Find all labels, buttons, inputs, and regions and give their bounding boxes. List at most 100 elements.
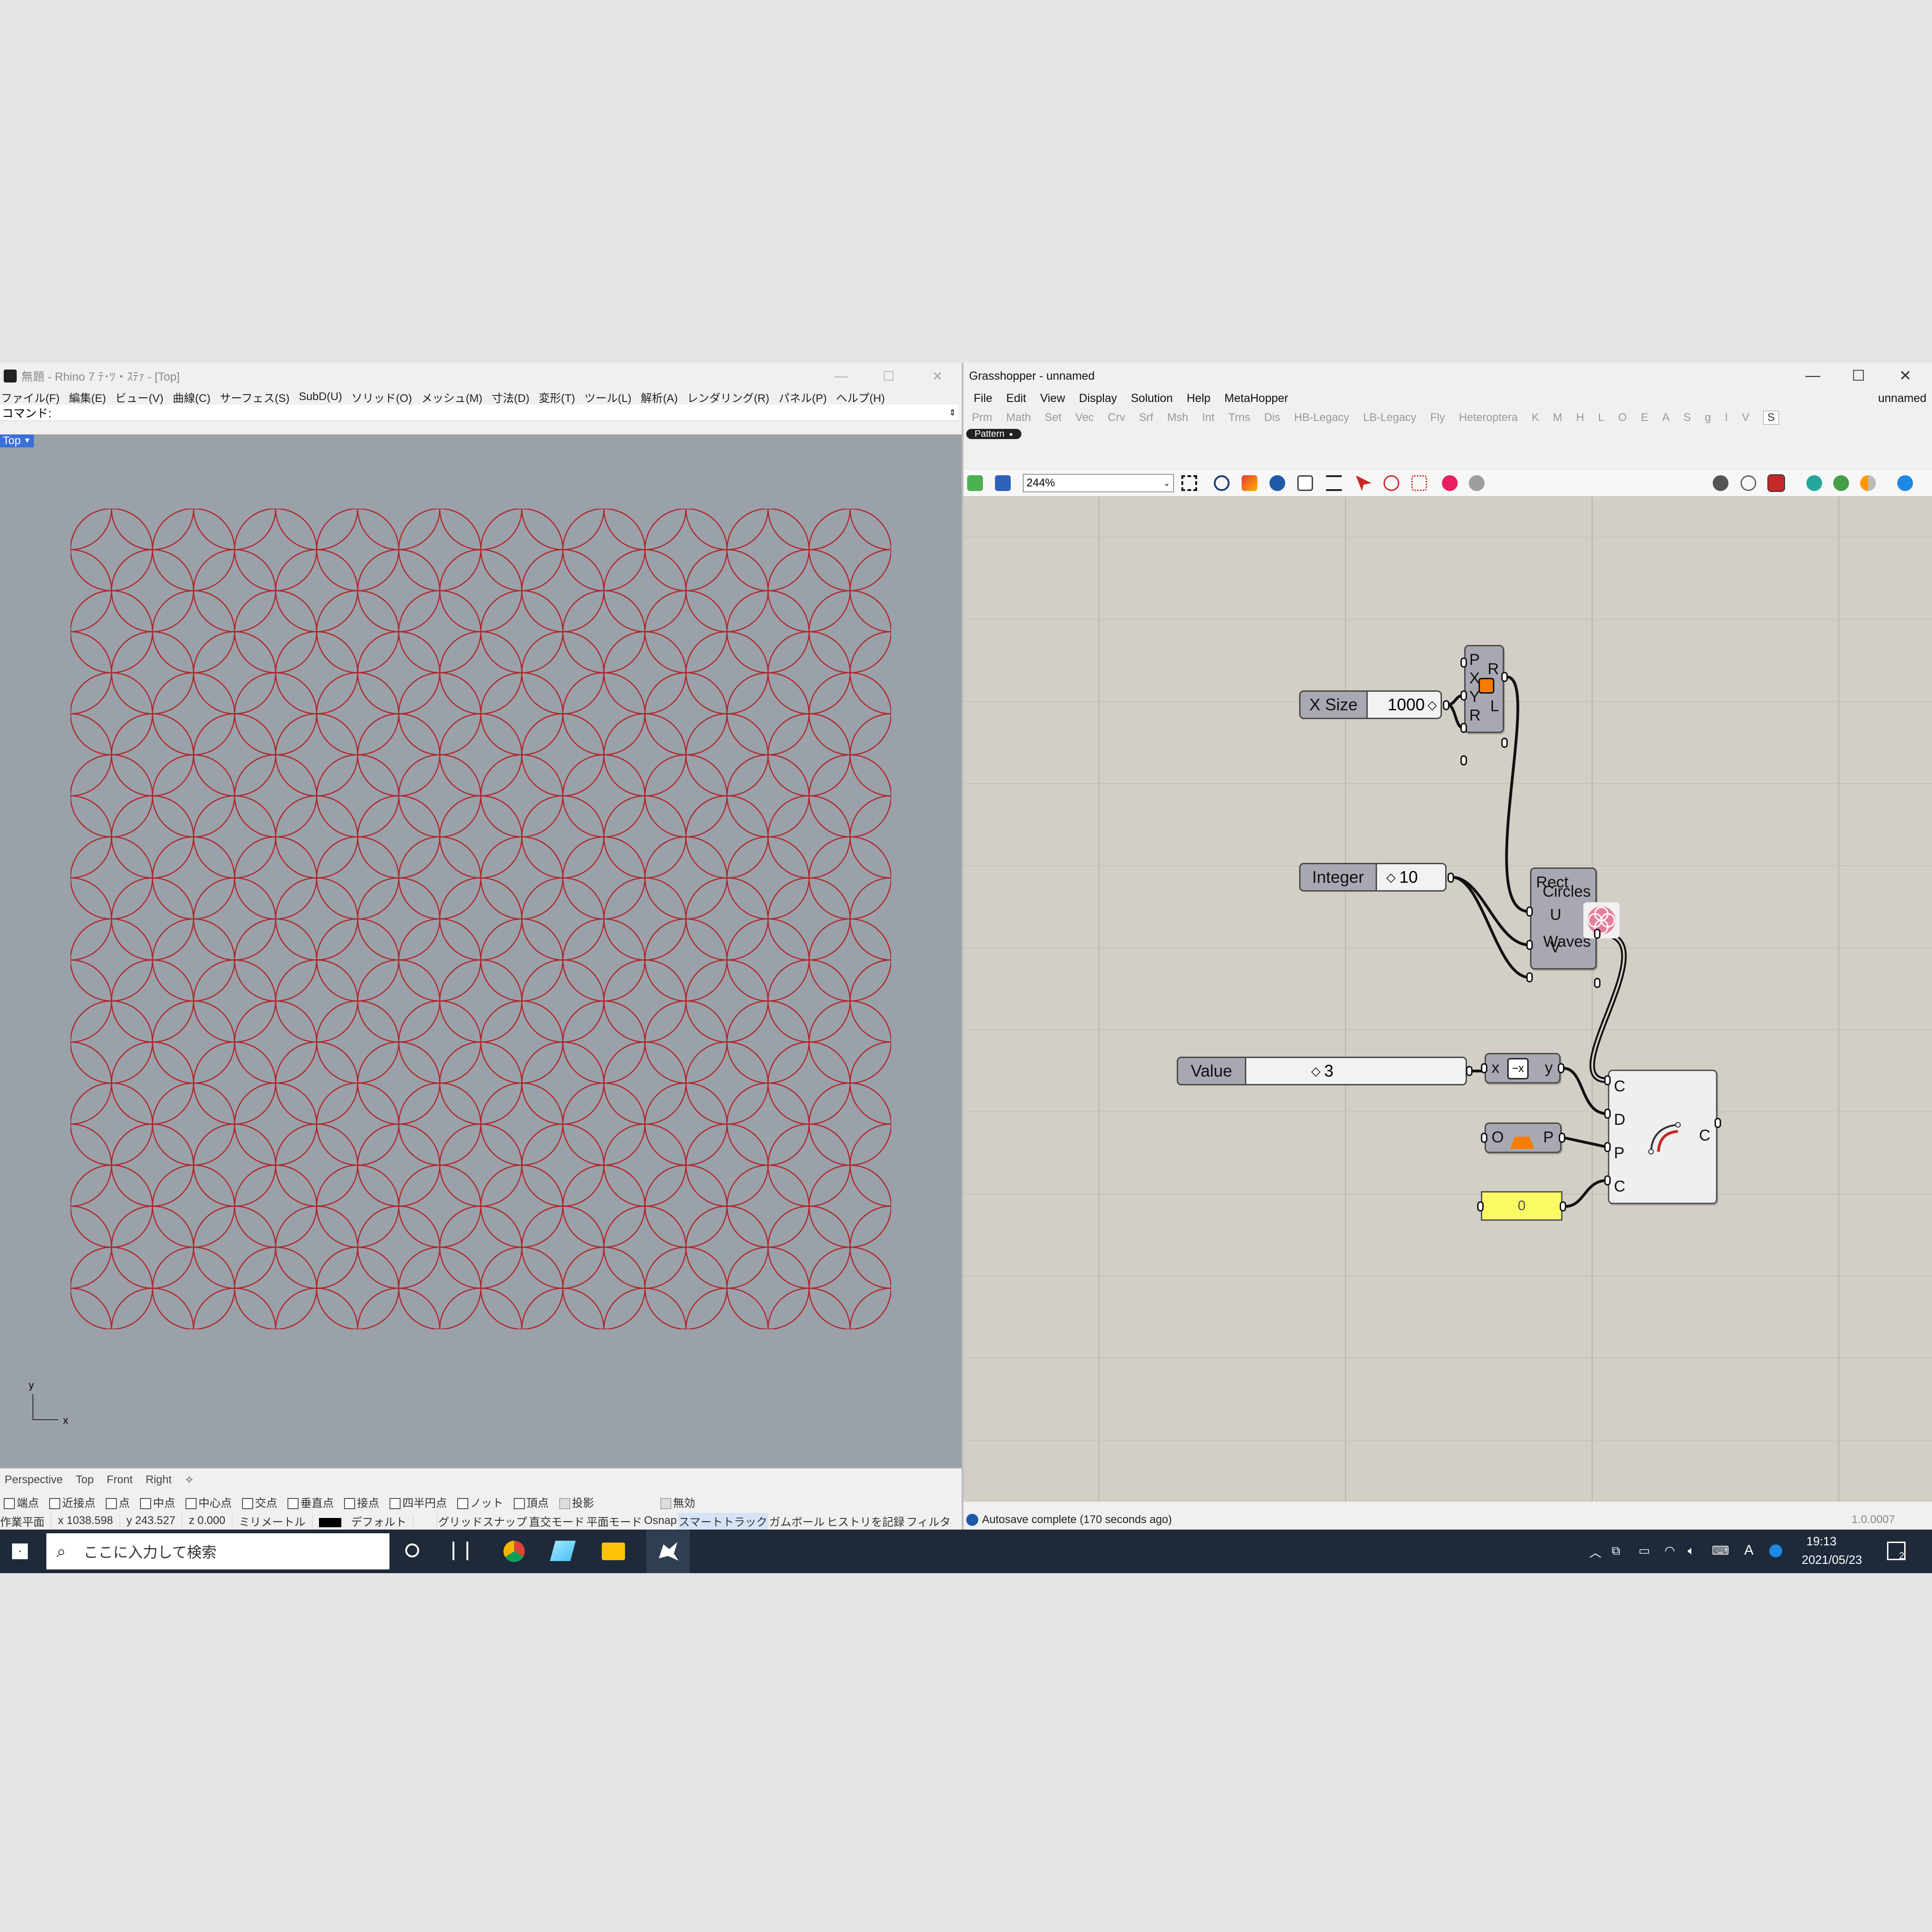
minimize-icon[interactable]: — (835, 369, 848, 383)
rect-input-p-grip[interactable] (1460, 657, 1467, 668)
gh-menu-display[interactable]: Display (1079, 392, 1117, 405)
command-scroll-icon[interactable]: ⇕ (949, 408, 956, 418)
negate-x-component[interactable]: x −x y (1485, 1053, 1561, 1084)
tab-right[interactable]: Right (146, 1473, 172, 1486)
security-icon[interactable] (1769, 1544, 1782, 1557)
gh-plugin-b-icon[interactable] (1833, 475, 1849, 491)
menu-mesh[interactable]: メッシュ(M) (421, 389, 483, 405)
menu-view[interactable]: ビュー(V) (115, 389, 164, 405)
mesh-icon[interactable] (1442, 475, 1458, 491)
mode-ortho[interactable]: 直交モード (528, 1513, 586, 1529)
mode-gridsnap[interactable]: グリッドスナップ (437, 1513, 528, 1529)
gh-plugin-a-icon[interactable] (1806, 475, 1822, 491)
volume-icon[interactable]: 🔈︎ (1688, 1543, 1695, 1558)
offset-input-c1-grip[interactable] (1604, 1075, 1611, 1085)
tab-top[interactable]: Top (76, 1473, 94, 1486)
offset-input-p-grip[interactable] (1604, 1142, 1611, 1152)
gh-tab-hb-legacy[interactable]: HB-Legacy (1294, 411, 1349, 424)
cluster-icon[interactable] (1411, 475, 1427, 491)
menu-file[interactable]: ファイル(F) (1, 389, 60, 405)
offset-output-grip[interactable] (1715, 1118, 1721, 1128)
menu-render[interactable]: レンダリング(R) (687, 389, 769, 405)
osnap-end[interactable]: 端点 (4, 1494, 39, 1510)
pattern-input-u-grip[interactable] (1526, 940, 1533, 950)
gh-tab-a[interactable]: A (1662, 411, 1670, 424)
top-viewport[interactable]: Top ▼ y x (0, 434, 962, 1468)
xyplane-input-grip[interactable] (1481, 1133, 1487, 1143)
save-file-icon[interactable] (995, 475, 1011, 491)
osnap-point[interactable]: 点 (106, 1494, 130, 1510)
menu-panels[interactable]: パネル(P) (778, 389, 827, 405)
bake-icon[interactable] (1269, 475, 1285, 491)
wifi-icon[interactable]: ◠ (1664, 1543, 1675, 1558)
gh-tab-params[interactable]: Prm (972, 411, 992, 424)
wires-icon[interactable] (1326, 475, 1342, 491)
osnap-disable[interactable]: 無効 (660, 1494, 695, 1510)
gh-tab-h[interactable]: H (1576, 411, 1584, 424)
open-file-icon[interactable] (967, 475, 983, 491)
maximize-icon[interactable]: ☐ (883, 369, 894, 384)
gh-plugin-d-icon[interactable] (1897, 475, 1913, 491)
select-icon[interactable] (1356, 475, 1371, 491)
gh-pattern-subtab[interactable]: Pattern ● (966, 429, 1021, 439)
menu-surface[interactable]: サーフェス(S) (220, 389, 290, 405)
command-line[interactable]: コマンド: ⇕ (0, 405, 959, 421)
taskbar-search-box[interactable]: ⌕ ここに入力して検索 (46, 1533, 389, 1569)
osnap-vertex[interactable]: 頂点 (513, 1494, 549, 1510)
menu-transform[interactable]: 変形(T) (539, 389, 575, 405)
gh-plugin-c-icon[interactable] (1860, 475, 1876, 491)
pattern-output-circles-grip[interactable] (1594, 929, 1600, 939)
menu-tools[interactable]: ツール(L) (585, 389, 631, 405)
close-icon[interactable]: ✕ (1899, 367, 1912, 384)
osnap-tan[interactable]: 接点 (344, 1494, 379, 1510)
battery-icon[interactable]: ▭ (1639, 1543, 1650, 1558)
negate-output-grip[interactable] (1558, 1063, 1564, 1073)
preview-eye-icon[interactable] (1214, 475, 1230, 491)
tray-overflow-icon[interactable]: ︿ (1589, 1543, 1601, 1561)
pattern-component[interactable]: Rect U V Circles Waves (1530, 867, 1620, 969)
osnap-int[interactable]: 交点 (242, 1494, 277, 1510)
minimize-icon[interactable]: — (1805, 367, 1820, 384)
file-explorer-icon[interactable] (602, 1543, 625, 1560)
shaded-preview-icon[interactable] (1713, 475, 1728, 491)
gh-tab-i[interactable]: I (1725, 411, 1728, 424)
gh-tab-display[interactable]: Dis (1264, 411, 1281, 424)
menu-edit[interactable]: 編集(E) (69, 389, 106, 405)
tab-front[interactable]: Front (107, 1473, 133, 1486)
status-units[interactable]: ミリメートル (232, 1512, 312, 1529)
add-viewport-icon[interactable]: ✧ (185, 1473, 194, 1487)
gh-tab-s2[interactable]: S (1763, 411, 1779, 425)
gh-tab-sets[interactable]: Set (1045, 411, 1061, 424)
value-track-full[interactable]: ◇ 3 (1246, 1057, 1467, 1085)
gh-menu-solution[interactable]: Solution (1131, 392, 1173, 405)
gh-menu-file[interactable]: File (974, 392, 992, 405)
gh-tab-curve[interactable]: Crv (1108, 411, 1125, 424)
ime-indicator[interactable]: A (1744, 1543, 1753, 1558)
gh-menu-metahopper[interactable]: MetaHopper (1224, 392, 1288, 405)
osnap-project[interactable]: 投影 (559, 1494, 594, 1510)
menu-help[interactable]: ヘルプ(H) (836, 389, 885, 405)
gh-tab-mesh[interactable]: Msh (1167, 411, 1188, 424)
cortana-icon[interactable] (405, 1543, 419, 1557)
xy-plane-component[interactable]: O P (1485, 1122, 1562, 1153)
gh-tab-v[interactable]: V (1742, 411, 1749, 424)
value-output-grip[interactable] (1466, 1066, 1473, 1076)
network-icon[interactable]: ⧉ (1612, 1543, 1620, 1558)
rectangle-component[interactable]: P X Y R R L (1464, 645, 1504, 733)
menu-analyze[interactable]: 解析(A) (641, 389, 678, 405)
gh-tab-surface[interactable]: Srf (1139, 411, 1154, 424)
windows-start-icon[interactable] (12, 1543, 28, 1559)
sketch-pen-icon[interactable] (1242, 475, 1257, 491)
gh-tab-m[interactable]: M (1553, 411, 1562, 424)
zero-panel[interactable]: 0 (1481, 1191, 1562, 1221)
gh-tab-s[interactable]: S (1683, 411, 1691, 424)
xsize-track[interactable]: 1000 ◇ (1368, 690, 1442, 719)
rhino-taskbar-icon[interactable] (646, 1530, 690, 1573)
gh-menu-view[interactable]: View (1040, 392, 1065, 405)
gh-tab-transform[interactable]: Trns (1228, 411, 1250, 424)
mode-osnap[interactable]: Osnap (643, 1514, 678, 1527)
task-view-icon[interactable] (453, 1542, 468, 1560)
selected-preview-icon[interactable] (1767, 474, 1785, 492)
mode-gumball[interactable]: ガムボール (768, 1513, 826, 1529)
xsize-output-grip[interactable] (1443, 700, 1449, 710)
